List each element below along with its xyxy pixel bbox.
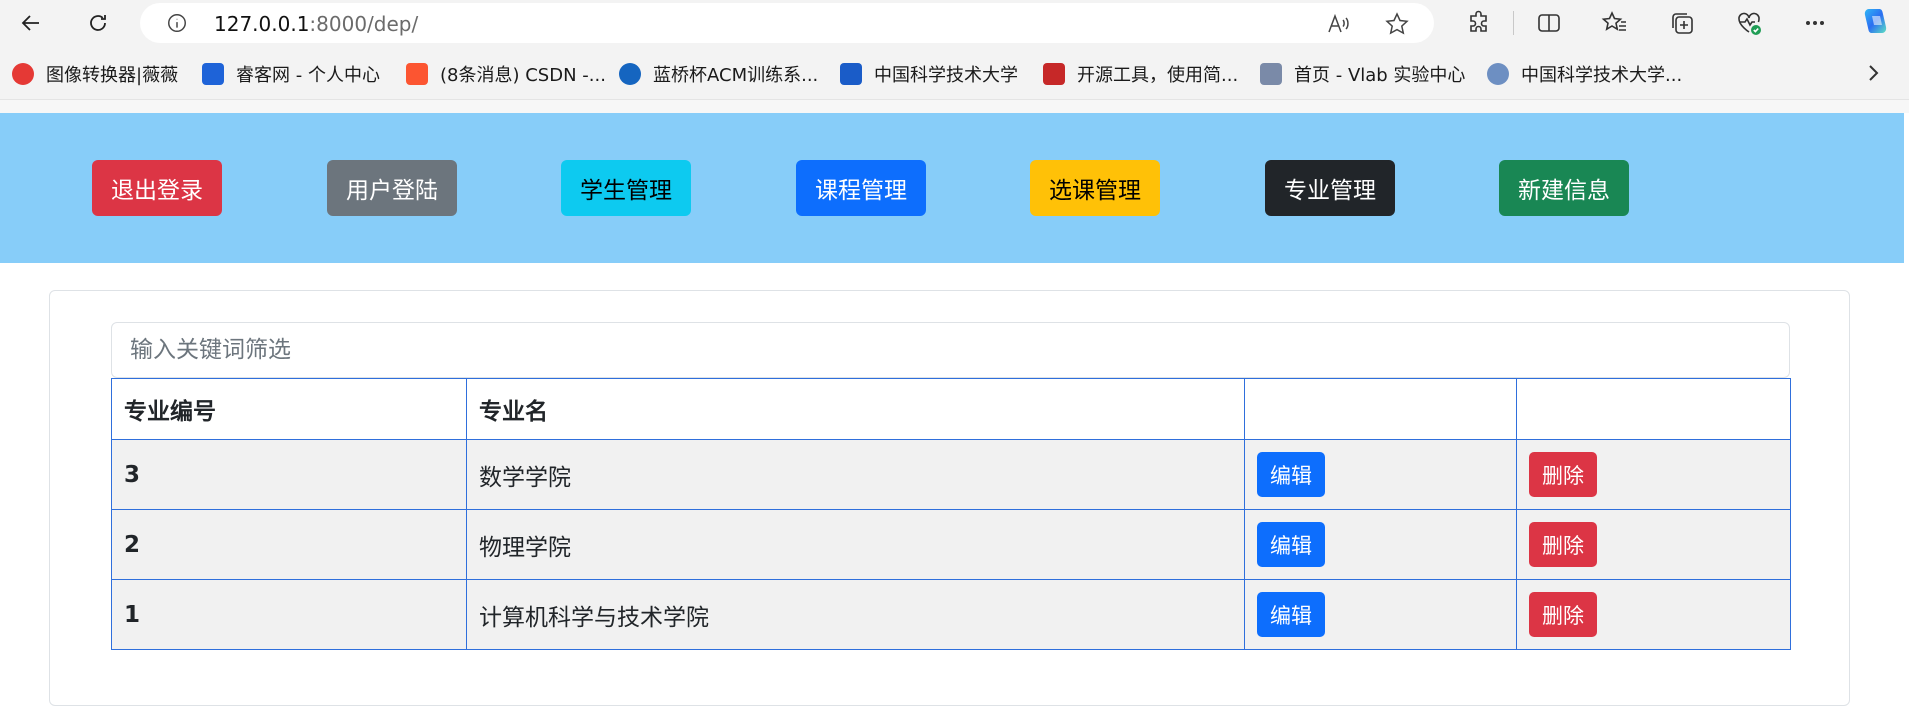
table-header-row: 专业编号 专业名	[111, 378, 1791, 440]
bookmark-favicon-icon	[840, 63, 862, 85]
bookmark-favicon-icon	[1260, 63, 1282, 85]
major-id-cell: 3	[111, 439, 467, 510]
bookmark-favicon-icon	[12, 63, 34, 85]
major-name-cell: 数学学院	[466, 439, 1245, 510]
bookmark-item[interactable]: 开源工具，使用简...	[1043, 61, 1238, 87]
edit-button[interactable]: 编辑	[1257, 522, 1325, 567]
table-row: 2 物理学院 编辑 删除	[111, 509, 1791, 580]
url-path: :8000/dep/	[309, 12, 419, 36]
edit-button[interactable]: 编辑	[1257, 592, 1325, 637]
major-id-cell: 1	[111, 579, 467, 650]
major-list-card: 专业编号 专业名 3 数学学院 编辑 删除 2 物理学院 编辑 删除 1 计算机…	[49, 290, 1850, 706]
bookmark-item[interactable]: (8条消息) CSDN -...	[406, 61, 606, 87]
refresh-icon[interactable]	[80, 6, 116, 40]
course-management-button[interactable]: 课程管理	[796, 160, 926, 216]
browser-essentials-icon[interactable]	[1735, 9, 1763, 37]
delete-button[interactable]: 删除	[1529, 452, 1597, 497]
delete-cell: 删除	[1516, 439, 1791, 510]
bookmark-favicon-icon	[619, 63, 641, 85]
bookmarks-bar: 图像转换器|薇薇 睿客网 - 个人中心 (8条消息) CSDN -... 蓝桥杯…	[0, 47, 1909, 99]
info-icon[interactable]	[166, 12, 188, 34]
edit-cell: 编辑	[1244, 509, 1517, 580]
bookmarks-overflow-chevron-icon[interactable]	[1862, 61, 1884, 85]
favorite-star-icon[interactable]	[1384, 11, 1410, 37]
table-row: 1 计算机科学与技术学院 编辑 删除	[111, 579, 1791, 650]
bookmark-label: (8条消息) CSDN -...	[440, 65, 606, 86]
bookmark-label: 开源工具，使用简...	[1077, 65, 1239, 86]
column-header-major-id: 专业编号	[111, 378, 467, 440]
student-management-button[interactable]: 学生管理	[561, 160, 691, 216]
back-arrow-icon[interactable]	[13, 6, 49, 40]
top-navigation-bar: 退出登录 用户登陆 学生管理 课程管理 选课管理 专业管理 新建信息	[0, 113, 1904, 263]
keyword-filter-input[interactable]	[111, 322, 1790, 378]
column-header-major-name: 专业名	[466, 378, 1245, 440]
delete-button[interactable]: 删除	[1529, 592, 1597, 637]
browser-toolbar: 127.0.0.1:8000/dep/	[0, 0, 1909, 47]
page-top-edge	[0, 99, 1909, 113]
edit-button[interactable]: 编辑	[1257, 452, 1325, 497]
read-aloud-icon[interactable]	[1325, 11, 1351, 37]
logout-button[interactable]: 退出登录	[92, 160, 222, 216]
collections-icon[interactable]	[1668, 9, 1696, 37]
bookmark-item[interactable]: 中国科学技术大学...	[1487, 61, 1682, 87]
delete-cell: 删除	[1516, 579, 1791, 650]
bookmark-favicon-icon	[1043, 63, 1065, 85]
delete-cell: 删除	[1516, 509, 1791, 580]
major-table: 专业编号 专业名 3 数学学院 编辑 删除 2 物理学院 编辑 删除 1 计算机…	[111, 378, 1791, 650]
major-id-cell: 2	[111, 509, 467, 580]
bookmark-label: 蓝桥杯ACM训练系...	[653, 65, 819, 86]
toolbar-separator	[1513, 11, 1514, 35]
bookmark-label: 睿客网 - 个人中心	[236, 65, 380, 86]
bookmark-item[interactable]: 中国科学技术大学	[840, 61, 1018, 87]
address-bar[interactable]: 127.0.0.1:8000/dep/	[140, 3, 1434, 43]
bookmark-favicon-icon	[202, 63, 224, 85]
delete-button[interactable]: 删除	[1529, 522, 1597, 567]
table-row: 3 数学学院 编辑 删除	[111, 439, 1791, 510]
bookmark-item[interactable]: 首页 - Vlab 实验中心	[1260, 61, 1465, 87]
user-login-button[interactable]: 用户登陆	[327, 160, 457, 216]
column-header-delete	[1516, 378, 1791, 440]
bookmark-favicon-icon	[406, 63, 428, 85]
split-screen-icon[interactable]	[1535, 9, 1563, 37]
course-selection-management-button[interactable]: 选课管理	[1030, 160, 1160, 216]
edit-cell: 编辑	[1244, 579, 1517, 650]
extensions-icon[interactable]	[1465, 9, 1493, 37]
bookmark-item[interactable]: 睿客网 - 个人中心	[202, 61, 380, 87]
bookmark-label: 中国科学技术大学	[874, 65, 1018, 86]
copilot-icon[interactable]	[1860, 5, 1892, 37]
bookmark-label: 中国科学技术大学...	[1521, 65, 1683, 86]
favorites-icon[interactable]	[1601, 9, 1629, 37]
edit-cell: 编辑	[1244, 439, 1517, 510]
bookmark-favicon-icon	[1487, 63, 1509, 85]
major-management-button[interactable]: 专业管理	[1265, 160, 1395, 216]
create-new-info-button[interactable]: 新建信息	[1499, 160, 1629, 216]
major-name-cell: 物理学院	[466, 509, 1245, 580]
bookmark-label: 首页 - Vlab 实验中心	[1294, 65, 1466, 86]
bookmark-label: 图像转换器|薇薇	[46, 65, 179, 86]
bookmark-item[interactable]: 图像转换器|薇薇	[12, 61, 178, 87]
bookmark-item[interactable]: 蓝桥杯ACM训练系...	[619, 61, 818, 87]
url-host: 127.0.0.1	[214, 12, 310, 36]
more-options-icon[interactable]	[1801, 9, 1829, 37]
major-name-cell: 计算机科学与技术学院	[466, 579, 1245, 650]
column-header-edit	[1244, 378, 1517, 440]
url-text[interactable]: 127.0.0.1:8000/dep/	[214, 12, 418, 36]
